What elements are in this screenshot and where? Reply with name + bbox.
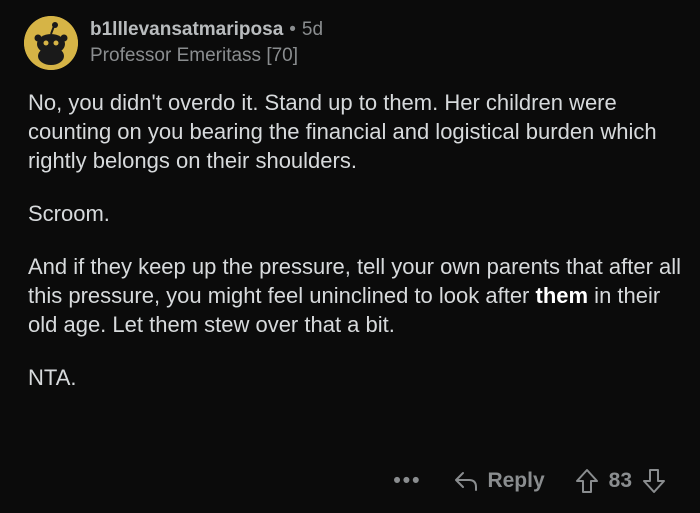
- upvote-arrow-icon[interactable]: [575, 468, 599, 494]
- comment-body: No, you didn't overdo it. Stand up to th…: [28, 88, 688, 416]
- more-options-button[interactable]: •••: [393, 469, 421, 493]
- vote-score: 83: [608, 469, 632, 492]
- vote-controls: 83: [575, 468, 666, 494]
- author-line: b1lllevansatmariposa • 5d: [90, 19, 323, 41]
- comment-age: 5d: [301, 18, 324, 40]
- bold-text: them: [535, 283, 589, 308]
- comment-actions: ••• Reply 83: [393, 468, 666, 494]
- username-link[interactable]: b1lllevansatmariposa: [90, 19, 283, 40]
- comment-paragraph: Scroom.: [28, 201, 110, 226]
- comment-paragraph: NTA.: [28, 365, 77, 390]
- comment-card: b1lllevansatmariposa • 5d Professor Emerit…: [0, 0, 700, 513]
- snoo-avatar-icon: [24, 16, 78, 70]
- reply-label: Reply: [487, 469, 545, 492]
- comment-paragraph: No, you didn't overdo it. Stand up to th…: [28, 90, 657, 173]
- comment-header: b1lllevansatmariposa • 5d Professor Emerit…: [24, 16, 323, 70]
- downvote-arrow-icon[interactable]: [642, 468, 666, 494]
- separator-dot: •: [289, 18, 296, 40]
- user-flair: Professor Emeritass [70]: [90, 44, 299, 66]
- avatar[interactable]: [24, 16, 78, 70]
- reply-button[interactable]: Reply: [453, 469, 545, 493]
- comment-meta: b1lllevansatmariposa • 5d Professor Emerit…: [90, 19, 323, 68]
- reply-arrow-icon: [455, 472, 478, 491]
- comment-paragraph: And if they keep up the pressure, tell y…: [28, 252, 688, 339]
